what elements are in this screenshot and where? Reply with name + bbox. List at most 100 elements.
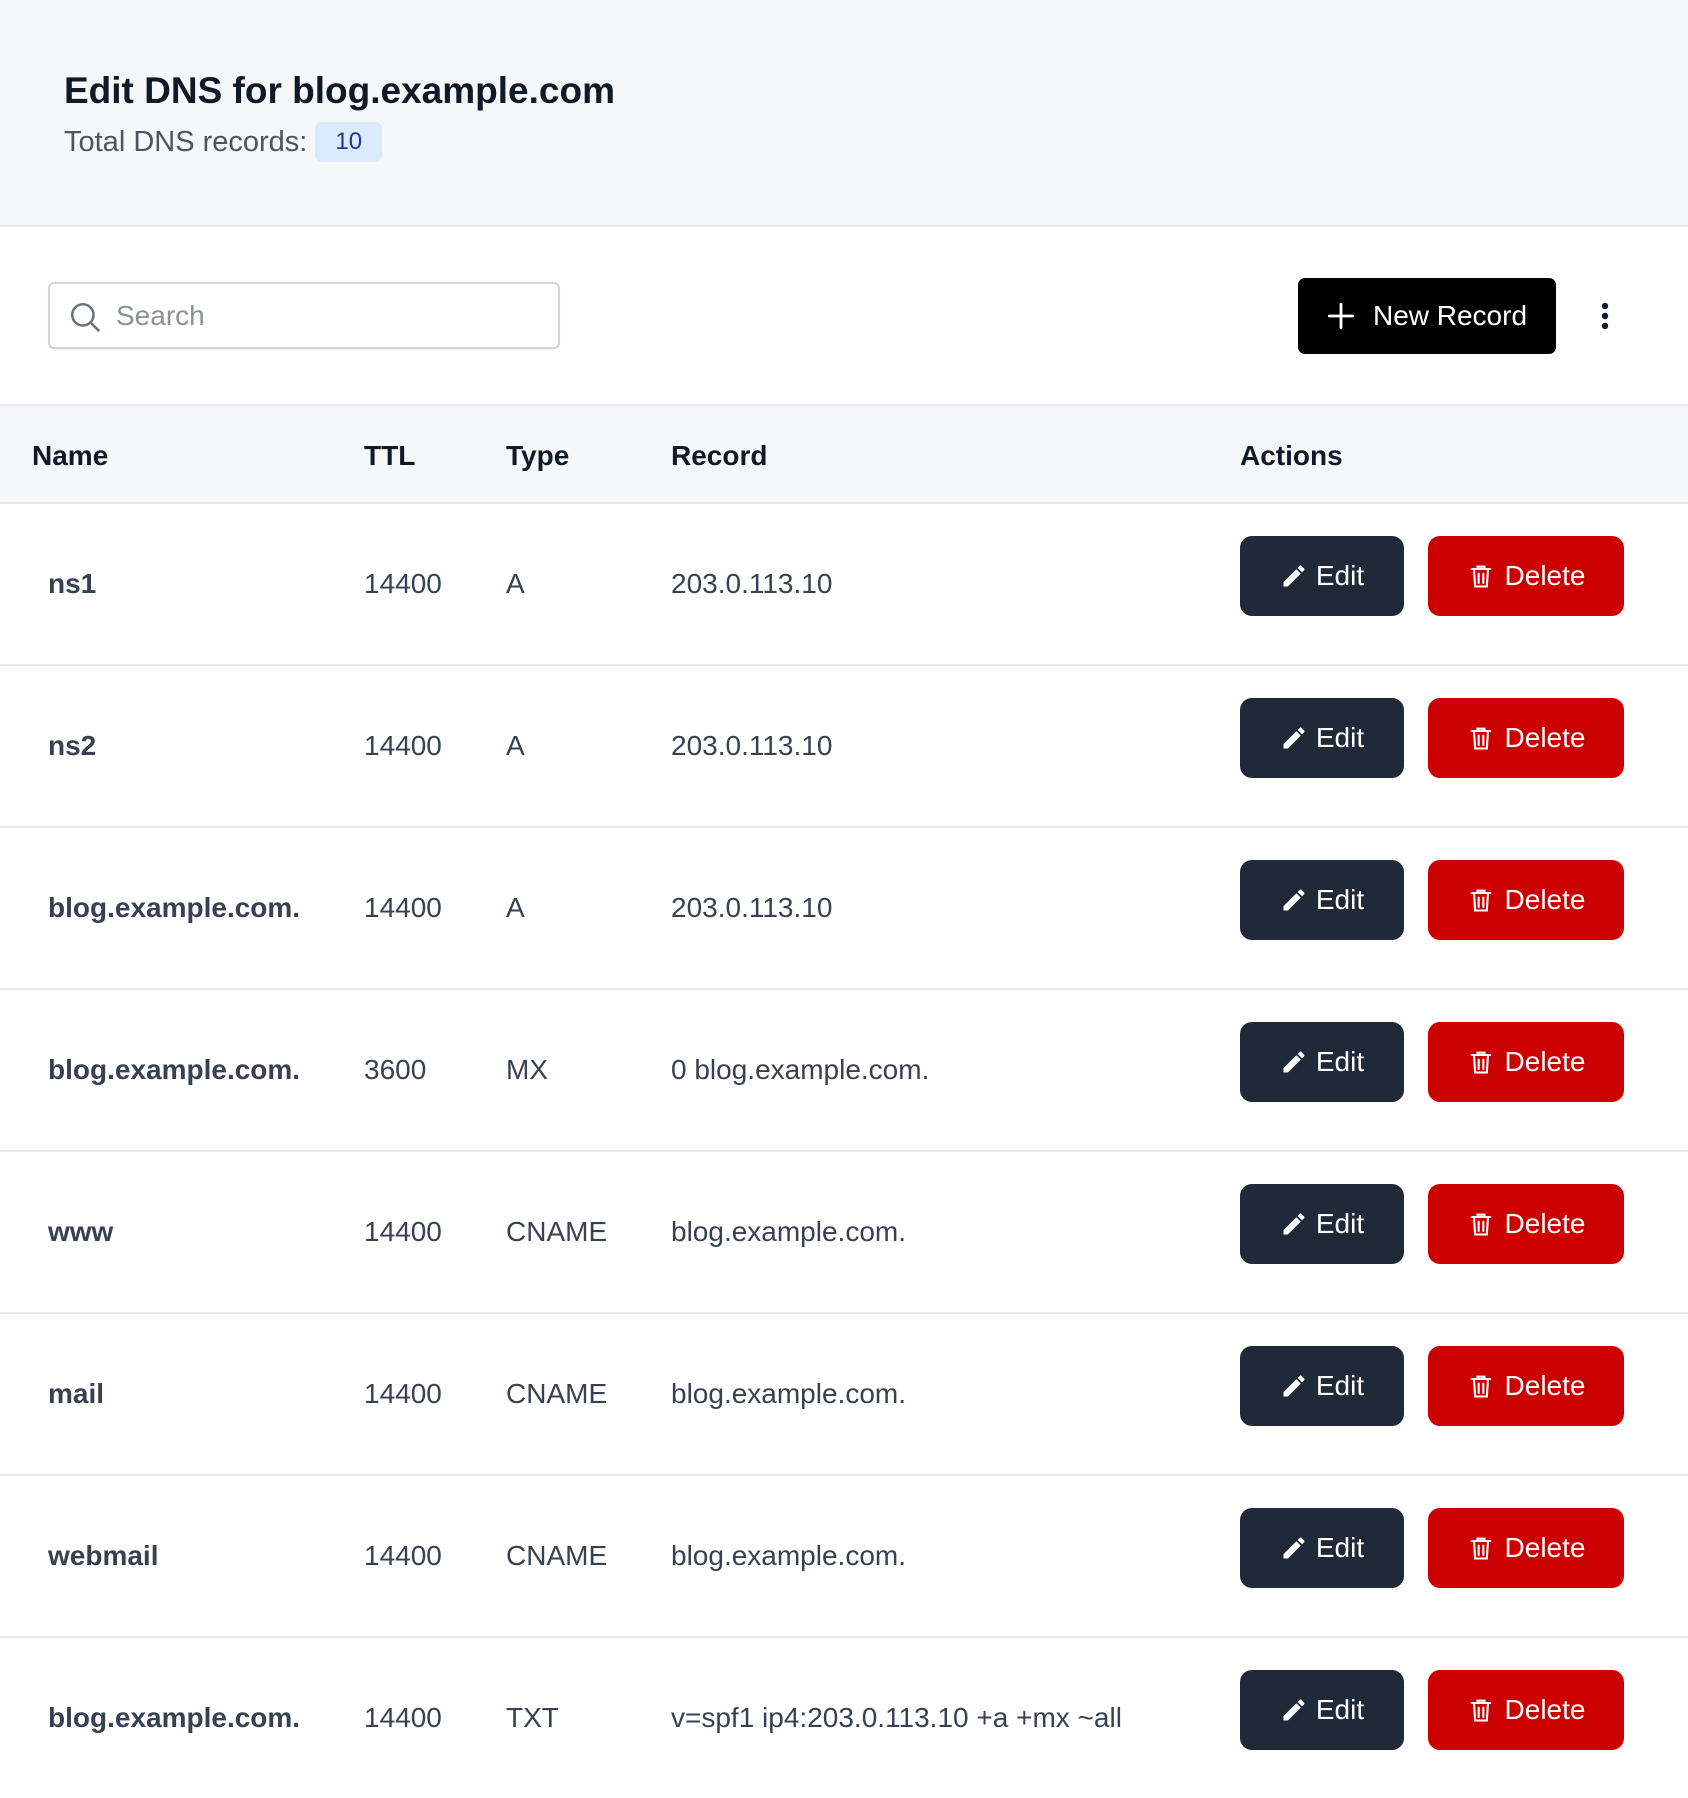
- new-record-label: New Record: [1372, 300, 1528, 331]
- delete-button[interactable]: Delete: [1428, 1346, 1624, 1426]
- record-name: mail: [48, 1378, 105, 1409]
- edit-label: Edit: [1315, 722, 1365, 753]
- delete-button[interactable]: Delete: [1428, 1670, 1624, 1750]
- delete-label: Delete: [1504, 1694, 1586, 1725]
- record-ttl: 14400: [364, 568, 442, 599]
- search-input[interactable]: [50, 284, 558, 347]
- plus-icon: [1327, 302, 1355, 330]
- trash-icon: [1470, 1375, 1491, 1398]
- edit-label: Edit: [1315, 884, 1365, 915]
- delete-label: Delete: [1504, 722, 1586, 753]
- search-box[interactable]: [48, 282, 560, 349]
- delete-button[interactable]: Delete: [1428, 1022, 1624, 1102]
- edit-label: Edit: [1315, 1370, 1365, 1401]
- column-header-type[interactable]: Type: [506, 440, 569, 472]
- delete-button[interactable]: Delete: [1428, 1184, 1624, 1264]
- table-row: ns2 14400 A 203.0.113.10 Edit Delete: [0, 666, 1688, 828]
- edit-label: Edit: [1315, 1532, 1365, 1563]
- pencil-icon: [1283, 1537, 1305, 1559]
- table-row: blog.example.com. 3600 MX 0 blog.example…: [0, 990, 1688, 1152]
- pencil-icon: [1283, 889, 1305, 911]
- record-value: 203.0.113.10: [671, 568, 833, 599]
- delete-button[interactable]: Delete: [1428, 698, 1624, 778]
- edit-button[interactable]: Edit: [1240, 1184, 1404, 1264]
- delete-button[interactable]: Delete: [1428, 536, 1624, 616]
- dns-records-table-body: ns1 14400 A 203.0.113.10 Edit Delete ns2…: [0, 504, 1688, 1798]
- table-row: blog.example.com. 14400 TXT v=spf1 ip4:2…: [0, 1638, 1688, 1798]
- trash-icon: [1470, 565, 1491, 588]
- table-row: blog.example.com. 14400 A 203.0.113.10 E…: [0, 828, 1688, 990]
- edit-button[interactable]: Edit: [1240, 1670, 1404, 1750]
- column-header-name[interactable]: Name: [32, 440, 108, 472]
- record-name: blog.example.com.: [48, 1702, 301, 1733]
- edit-button[interactable]: Edit: [1240, 536, 1404, 616]
- delete-label: Delete: [1504, 1370, 1586, 1401]
- pencil-icon: [1283, 727, 1305, 749]
- record-type: CNAME: [506, 1216, 608, 1247]
- trash-icon: [1470, 727, 1491, 750]
- record-name: blog.example.com.: [48, 1054, 301, 1085]
- delete-label: Delete: [1504, 560, 1586, 591]
- table-row: webmail 14400 CNAME blog.example.com. Ed…: [0, 1476, 1688, 1638]
- record-value: v=spf1 ip4:203.0.113.10 +a +mx ~all: [671, 1702, 1122, 1733]
- record-value: 203.0.113.10: [671, 730, 833, 761]
- record-value: blog.example.com.: [671, 1540, 907, 1571]
- record-value: blog.example.com.: [671, 1216, 907, 1247]
- column-header-ttl[interactable]: TTL: [364, 440, 415, 472]
- record-ttl: 14400: [364, 1540, 442, 1571]
- record-count-label: Total DNS records:: [64, 125, 308, 158]
- record-name: ns2: [48, 730, 97, 761]
- edit-button[interactable]: Edit: [1240, 1346, 1404, 1426]
- column-header-actions: Actions: [1240, 440, 1343, 471]
- record-ttl: 14400: [364, 1378, 442, 1409]
- record-count-badge: 10: [315, 122, 383, 162]
- pencil-icon: [1283, 1051, 1305, 1073]
- more-options-button[interactable]: [1588, 290, 1622, 342]
- table-header: Name TTL Type Record Actions: [0, 404, 1688, 504]
- edit-button[interactable]: Edit: [1240, 860, 1404, 940]
- edit-button[interactable]: Edit: [1240, 1508, 1404, 1588]
- delete-button[interactable]: Delete: [1428, 860, 1624, 940]
- record-ttl: 14400: [364, 1702, 442, 1733]
- trash-icon: [1470, 1699, 1491, 1722]
- edit-label: Edit: [1315, 1046, 1365, 1077]
- pencil-icon: [1283, 1699, 1305, 1721]
- delete-label: Delete: [1504, 1208, 1586, 1239]
- record-ttl: 14400: [364, 892, 442, 923]
- trash-icon: [1470, 1213, 1491, 1236]
- record-ttl: 14400: [364, 1216, 442, 1247]
- edit-label: Edit: [1315, 1208, 1365, 1239]
- record-ttl: 3600: [364, 1054, 427, 1085]
- table-row: ns1 14400 A 203.0.113.10 Edit Delete: [0, 504, 1688, 666]
- edit-label: Edit: [1315, 560, 1365, 591]
- record-name: ns1: [48, 568, 97, 599]
- delete-button[interactable]: Delete: [1428, 1508, 1624, 1588]
- delete-label: Delete: [1504, 884, 1586, 915]
- edit-label: Edit: [1315, 1694, 1365, 1725]
- record-type: A: [506, 730, 525, 761]
- column-header-record[interactable]: Record: [671, 440, 767, 472]
- trash-icon: [1470, 1051, 1491, 1074]
- record-count-line: Total DNS records: 10: [64, 122, 383, 162]
- record-ttl: 14400: [364, 730, 442, 761]
- record-type: MX: [506, 1054, 548, 1085]
- record-name: webmail: [48, 1540, 159, 1571]
- edit-button[interactable]: Edit: [1240, 1022, 1404, 1102]
- edit-button[interactable]: Edit: [1240, 698, 1404, 778]
- search-icon: [70, 302, 100, 332]
- record-name: www: [48, 1216, 114, 1247]
- delete-label: Delete: [1504, 1046, 1586, 1077]
- table-row: www 14400 CNAME blog.example.com. Edit D…: [0, 1152, 1688, 1314]
- record-type: TXT: [506, 1702, 559, 1733]
- record-type: CNAME: [506, 1540, 608, 1571]
- pencil-icon: [1283, 1213, 1305, 1235]
- trash-icon: [1470, 1537, 1491, 1560]
- trash-icon: [1470, 889, 1491, 912]
- pencil-icon: [1283, 565, 1305, 587]
- page-header: Edit DNS for blog.example.com Total DNS …: [0, 0, 1688, 227]
- pencil-icon: [1283, 1375, 1305, 1397]
- record-value: 203.0.113.10: [671, 892, 833, 923]
- table-row: mail 14400 CNAME blog.example.com. Edit …: [0, 1314, 1688, 1476]
- record-type: CNAME: [506, 1378, 608, 1409]
- new-record-button[interactable]: New Record: [1298, 278, 1556, 354]
